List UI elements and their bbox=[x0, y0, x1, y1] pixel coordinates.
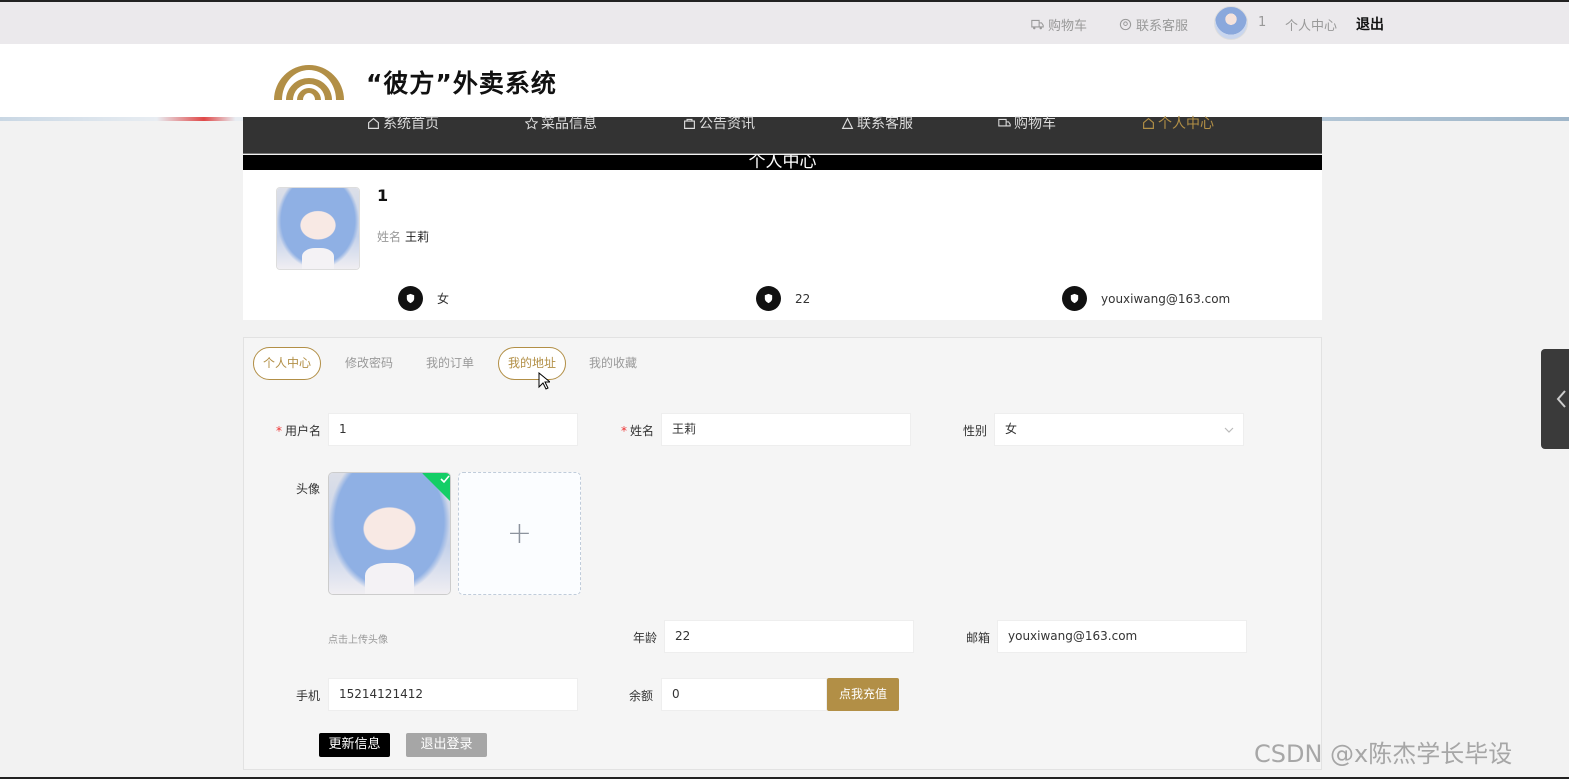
avatar-thumbnail[interactable] bbox=[328, 472, 451, 595]
name-label: * 姓名 bbox=[621, 424, 655, 438]
nav-item-cart[interactable]: 购物车 bbox=[998, 113, 1056, 133]
tab-profile[interactable]: 个人中心 bbox=[253, 347, 322, 380]
shield-icon bbox=[756, 286, 781, 311]
tab-my-favorites[interactable]: 我的收藏 bbox=[579, 347, 647, 380]
nav-item-label: 联系客服 bbox=[857, 116, 913, 132]
home-icon bbox=[1143, 117, 1154, 129]
check-icon bbox=[440, 475, 450, 484]
topbar-logout-link[interactable]: 退出 bbox=[1356, 14, 1384, 34]
user-icon bbox=[841, 116, 854, 129]
nav-item-label: 个人中心 bbox=[1158, 116, 1214, 132]
upload-tip: 点击上传头像 bbox=[328, 635, 388, 646]
shield-icon bbox=[1062, 286, 1087, 311]
profile-email: youxiwang@163.com bbox=[1101, 291, 1231, 306]
nav-item-service[interactable]: 联系客服 bbox=[841, 113, 913, 133]
plus-icon: + bbox=[506, 516, 533, 551]
profile-gender-badge: 女 bbox=[398, 286, 449, 311]
nav-item-center[interactable]: 个人中心 bbox=[1142, 113, 1214, 133]
tab-my-orders[interactable]: 我的订单 bbox=[416, 347, 484, 380]
chevron-down-icon bbox=[1224, 427, 1234, 433]
nav-item-label: 菜品信息 bbox=[541, 116, 597, 132]
shield-icon bbox=[398, 286, 423, 311]
profile-avatar bbox=[276, 187, 360, 270]
nav-item-home[interactable]: 系统首页 bbox=[367, 113, 439, 133]
email-label: 邮箱 bbox=[966, 631, 991, 645]
phone-label: 手机 bbox=[296, 689, 321, 703]
profile-email-badge: youxiwang@163.com bbox=[1062, 286, 1230, 311]
top-bar: 购物车 联系客服 1 个人中心 退出 bbox=[0, 2, 1569, 44]
avatar-upload-button[interactable]: + bbox=[458, 472, 581, 595]
profile-card: 1 姓名 王莉 女 22 youxiwang@163.com bbox=[243, 170, 1322, 320]
profile-name-value: 王莉 bbox=[405, 230, 430, 244]
topbar-cart-label: 购物车 bbox=[1048, 19, 1088, 34]
profile-name-label: 姓名 bbox=[377, 230, 402, 244]
topbar-service-link[interactable]: 联系客服 bbox=[1119, 15, 1188, 34]
balance-field[interactable]: 0 bbox=[661, 678, 827, 711]
nav-item-label: 系统首页 bbox=[383, 116, 439, 132]
bag-icon bbox=[684, 118, 695, 129]
username-field[interactable]: 1 bbox=[328, 413, 578, 446]
truck-icon bbox=[1031, 19, 1044, 30]
topbar-username: 1 bbox=[1258, 15, 1267, 30]
profile-username: 1 bbox=[377, 186, 389, 205]
gender-select[interactable]: 女 bbox=[994, 413, 1244, 446]
nav-item-dishes[interactable]: 菜品信息 bbox=[525, 113, 597, 133]
home-icon bbox=[368, 117, 379, 129]
gender-label: 性别 bbox=[963, 424, 988, 438]
watermark: CSDN @x陈杰学长毕设 bbox=[1254, 740, 1513, 768]
nav-item-label: 公告资讯 bbox=[699, 116, 755, 132]
section-title: 个人中心 bbox=[748, 155, 817, 170]
star-icon bbox=[525, 116, 538, 130]
avatar-label: 头像 bbox=[296, 482, 321, 496]
side-panel-toggle[interactable] bbox=[1541, 349, 1569, 449]
site-header: “彼方”外卖系统 bbox=[0, 44, 1569, 117]
chevron-left-icon bbox=[1556, 390, 1566, 408]
username-label: * 用户名 bbox=[276, 424, 322, 438]
tab-my-address[interactable]: 我的地址 bbox=[498, 347, 567, 380]
topbar-service-label: 联系客服 bbox=[1136, 19, 1189, 34]
age-label: 年龄 bbox=[633, 631, 658, 645]
profile-gender: 女 bbox=[437, 292, 450, 306]
truck-icon bbox=[998, 118, 1011, 126]
email-field[interactable]: youxiwang@163.com bbox=[997, 620, 1247, 653]
profile-age-badge: 22 bbox=[756, 286, 810, 311]
age-field[interactable]: 22 bbox=[664, 620, 914, 653]
logout-button[interactable]: 退出登录 bbox=[406, 733, 487, 757]
site-title: “彼方”外卖系统 bbox=[366, 69, 557, 98]
nav-item-news[interactable]: 公告资讯 bbox=[683, 113, 755, 133]
main-nav: 系统首页 菜品信息 公告资讯 联系客服 购物车 个人中心 bbox=[243, 116, 1322, 154]
nav-item-label: 购物车 bbox=[1014, 116, 1056, 132]
recharge-button[interactable]: 点我充值 bbox=[827, 678, 899, 711]
tab-change-password[interactable]: 修改密码 bbox=[335, 347, 403, 380]
update-info-button[interactable]: 更新信息 bbox=[319, 733, 390, 757]
site-logo bbox=[274, 65, 344, 100]
gender-select-value: 女 bbox=[1005, 422, 1018, 436]
mouse-cursor-icon bbox=[538, 372, 550, 390]
user-avatar[interactable] bbox=[1214, 6, 1248, 40]
profile-form-panel: 个人中心 修改密码 我的订单 我的地址 我的收藏 * 用户名 1 * 姓名 王莉 性… bbox=[243, 337, 1322, 770]
headset-icon bbox=[1119, 18, 1132, 31]
profile-age: 22 bbox=[795, 291, 811, 306]
topbar-cart-link[interactable]: 购物车 bbox=[1031, 15, 1087, 34]
phone-field[interactable]: 15214121412 bbox=[328, 678, 578, 711]
balance-label: 余额 bbox=[629, 689, 654, 703]
name-field[interactable]: 王莉 bbox=[661, 413, 911, 446]
section-title-bar: 个人中心 bbox=[243, 155, 1322, 170]
topbar-center-link[interactable]: 个人中心 bbox=[1285, 15, 1337, 34]
